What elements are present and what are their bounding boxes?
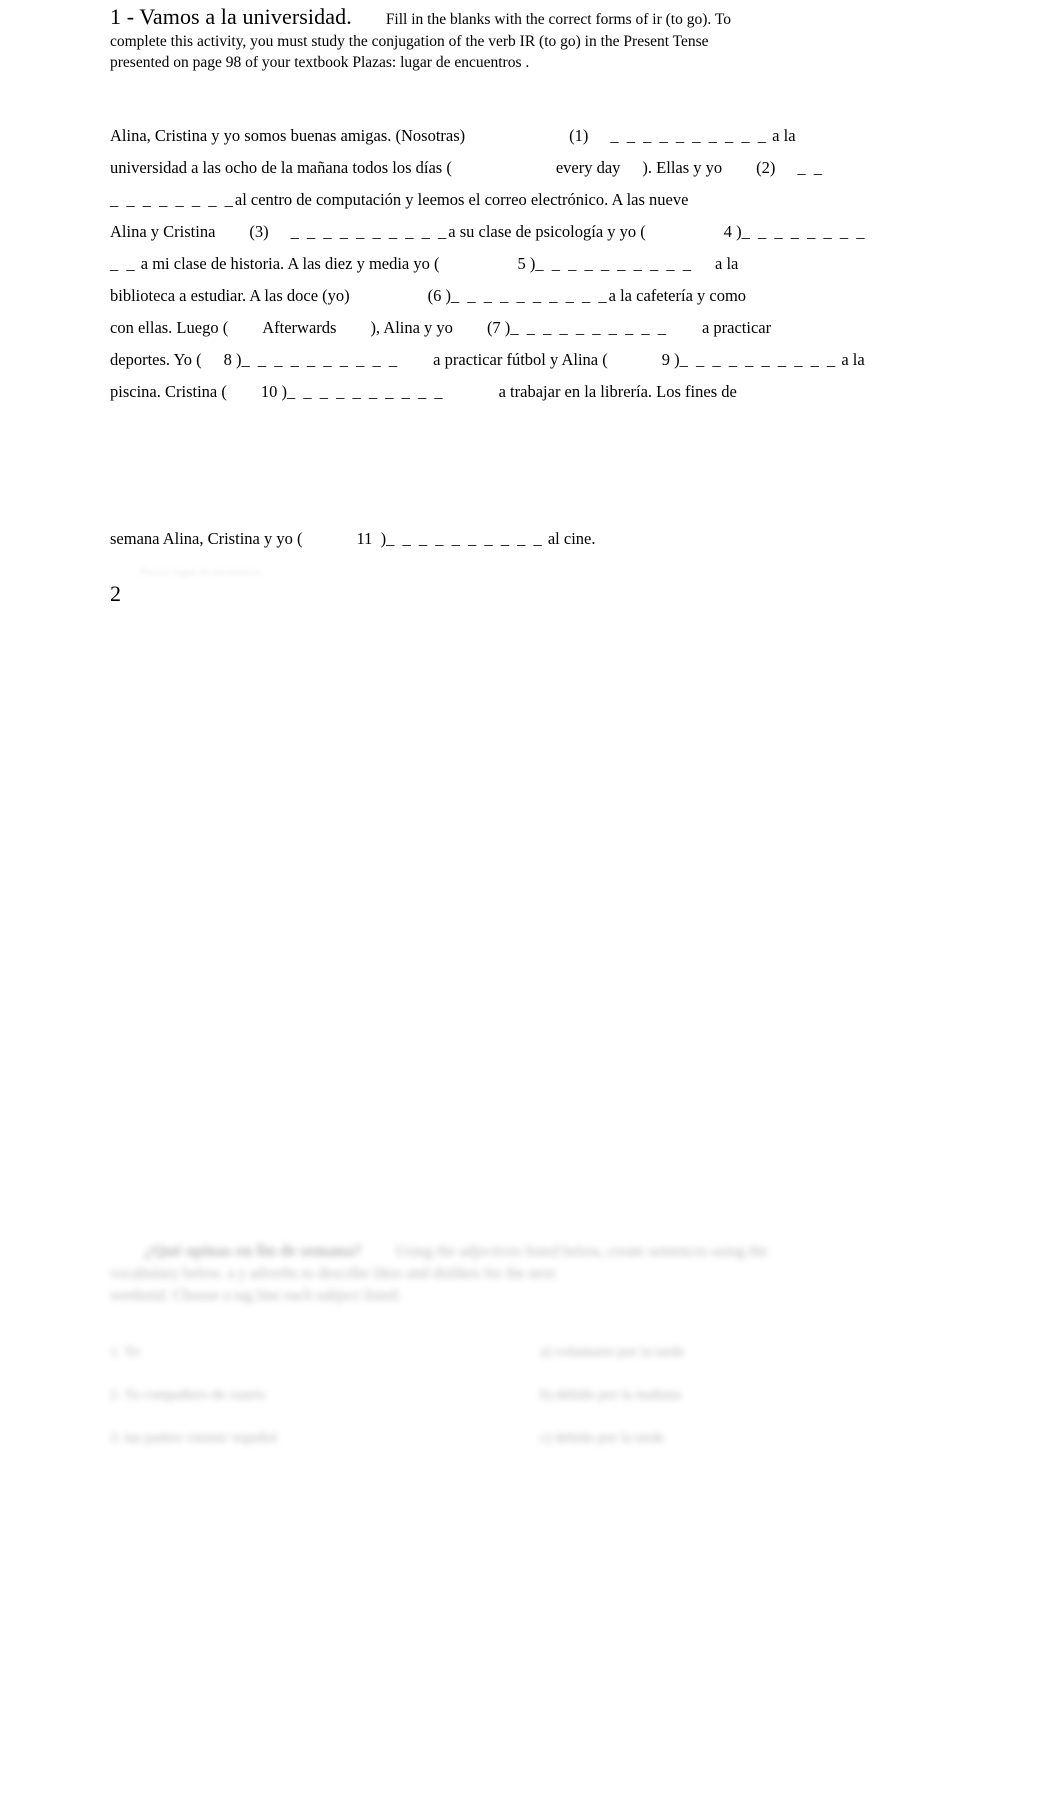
- document-page: 1 - Vamos a la universidad. Fill in the b…: [0, 0, 1062, 1808]
- sentence-fragment: a trabajar en la librería. Los fines de: [498, 381, 737, 401]
- answer-blank[interactable]: _ _: [797, 158, 824, 177]
- exercise-line: con ellas. Luego ( Afterwards ), Alina y y…: [110, 312, 850, 344]
- answer-blank[interactable]: _ _ _ _ _ _ _ _ _ _: [535, 254, 693, 273]
- answer-blank[interactable]: _ _ _ _ _ _ _ _ _ _: [287, 382, 445, 401]
- blurred-heading-line-2: vocabulary below. a y adverbs to describ…: [110, 1265, 556, 1282]
- activity-1-exercise-text: Alina, Cristina y yo somos buenas amigas…: [110, 120, 865, 408]
- sentence-fragment: a practicar: [701, 317, 772, 337]
- sentence-fragment: a practicar fútbol y Alina (: [433, 349, 608, 369]
- answer-blank[interactable]: _ _ _ _ _ _ _ _ _ _: [510, 318, 668, 337]
- exercise-line: biblioteca a estudiar. A las doce (yo) (6…: [110, 280, 850, 312]
- blurred-heading-rest: Using the adjectives listed below, creat…: [395, 1243, 768, 1260]
- sentence-fragment: ). Ellas y yo: [642, 157, 723, 177]
- activity-2-number: 2: [110, 581, 121, 606]
- blurred-row-right: b) debido por la mañana: [540, 1387, 681, 1403]
- sentence-fragment: a la cafetería y como: [608, 285, 747, 305]
- answer-blank[interactable]: _ _ _ _ _ _ _ _ _ _: [291, 222, 449, 241]
- activity-1-instructions-line-2: complete this activity, you must study t…: [110, 32, 709, 50]
- blurred-heading-line-3: weekend. Choose a tag line each subject …: [110, 1287, 402, 1304]
- exercise-line: Alina y Cristina (3) _ _ _ _ _ _ _ _ _ _a …: [110, 216, 865, 248]
- sentence-fragment: a la: [772, 125, 796, 145]
- sentence-fragment: piscina. Cristina (: [110, 381, 227, 401]
- blank-number: (1): [569, 125, 589, 145]
- exercise-line: universidad a las ocho de la mañana todo…: [110, 152, 850, 184]
- blurred-heading-line-1: ¿Qué opinas en fin de semana? Using the a…: [110, 1240, 970, 1263]
- sentence-fragment: Alina y Cristina: [110, 221, 216, 241]
- sentence-fragment: al cine.: [547, 529, 596, 548]
- answer-blank[interactable]: _ _ _ _ _ _ _ _ _ _: [451, 286, 609, 305]
- blank-number: (3): [249, 221, 269, 241]
- sentence-fragment: a su clase de psicología y yo (: [448, 221, 646, 241]
- sentence-fragment: a la: [841, 349, 865, 369]
- translation-hint: every day: [555, 157, 621, 177]
- answer-blank[interactable]: _ _ _ _ _ _ _ _: [742, 222, 867, 241]
- blurred-matching-rows: 1. Yo a) voluntario por la tarde 2. Tu c…: [110, 1331, 970, 1460]
- blurred-row-right: a) voluntario por la tarde: [540, 1344, 685, 1360]
- blank-number: 4 ): [723, 221, 742, 241]
- sentence-fragment: con ellas. Luego (: [110, 317, 229, 337]
- answer-blank[interactable]: _ _ _ _ _ _ _ _ _ _: [610, 126, 768, 145]
- sentence-fragment: ), Alina y yo: [370, 317, 453, 337]
- exercise-line: _ _ _ _ _ _ _ _al centro de computación …: [110, 184, 850, 216]
- blurred-row-left: 1. Yo: [110, 1344, 141, 1360]
- blank-number: 8 ): [223, 349, 242, 369]
- sentence-fragment: Alina, Cristina y yo somos buenas amigas…: [110, 125, 466, 145]
- exercise-line: piscina. Cristina ( 10 )_ _ _ _ _ _ _ _ _…: [110, 376, 850, 408]
- translation-hint: Afterwards: [262, 317, 337, 337]
- activity-1-block: 1 - Vamos a la universidad. Fill in the b…: [110, 0, 865, 408]
- blank-number: (6 ): [427, 285, 452, 305]
- faint-ghost-text: Plazas: lugar de encuentros: [140, 566, 261, 578]
- answer-blank[interactable]: _ _: [110, 254, 137, 273]
- sentence-fragment: a mi clase de historia. A las diez y med…: [140, 253, 440, 273]
- answer-blank[interactable]: _ _ _ _ _ _ _ _ _ _: [680, 350, 838, 369]
- blurred-heading-bold: ¿Qué opinas en fin de semana?: [144, 1241, 362, 1260]
- activity-1-instructions-line-3: presented on page 98 of your textbook Pl…: [110, 54, 530, 71]
- exercise-line: _ _ a mi clase de historia. A las diez y…: [110, 248, 850, 280]
- exercise-line: Alina, Cristina y yo somos buenas amigas…: [110, 120, 850, 152]
- activity-1-title: 1 - Vamos a la universidad.: [110, 4, 352, 29]
- sentence-fragment: deportes. Yo (: [110, 349, 202, 369]
- sentence-fragment: semana Alina, Cristina y yo (: [110, 529, 303, 548]
- blurred-row: 1. Yo a) voluntario por la tarde: [110, 1331, 970, 1374]
- blurred-row: 2. Tu compañero de cuarto b) debido por …: [110, 1374, 970, 1417]
- activity-1-heading: 1 - Vamos a la universidad. Fill in the b…: [110, 4, 850, 74]
- answer-blank[interactable]: _ _ _ _ _ _ _ _: [110, 190, 235, 209]
- exercise-line: deportes. Yo (8 )_ _ _ _ _ _ _ _ _ _ a pr…: [110, 344, 865, 376]
- blank-number: 5 ): [517, 253, 536, 273]
- answer-blank[interactable]: _ _ _ _ _ _ _ _ _ _: [242, 350, 400, 369]
- blurred-row-left: 3. tus padres vienen/ español: [110, 1430, 278, 1446]
- sentence-fragment: a la: [715, 253, 739, 273]
- sentence-fragment: al centro de computación y leemos el cor…: [234, 189, 689, 209]
- blank-number: 9 ): [661, 349, 680, 369]
- blank-number: (2): [756, 157, 776, 177]
- answer-blank[interactable]: _ _ _ _ _ _ _ _ _ _: [386, 529, 544, 548]
- blurred-row-left: 2. Tu compañero de cuarto: [110, 1387, 266, 1403]
- activity-1-instructions-line-1: Fill in the blanks with the correct form…: [385, 11, 731, 28]
- sentence-fragment: universidad a las ocho de la mañana todo…: [110, 157, 452, 177]
- exercise-line-continued: semana Alina, Cristina y yo ( 11 )_ _ _ _…: [110, 523, 596, 555]
- blurred-activity-section: ¿Qué opinas en fin de semana? Using the a…: [110, 1240, 970, 1460]
- blank-number: 11 ): [356, 529, 387, 548]
- blurred-row: 3. tus padres vienen/ español c) debido …: [110, 1417, 970, 1460]
- sentence-fragment: biblioteca a estudiar. A las doce (yo): [110, 285, 350, 305]
- blank-number: 10 ): [260, 381, 287, 401]
- blank-number: (7 ): [486, 317, 511, 337]
- blurred-row-right: c) debido por la tarde: [540, 1430, 665, 1446]
